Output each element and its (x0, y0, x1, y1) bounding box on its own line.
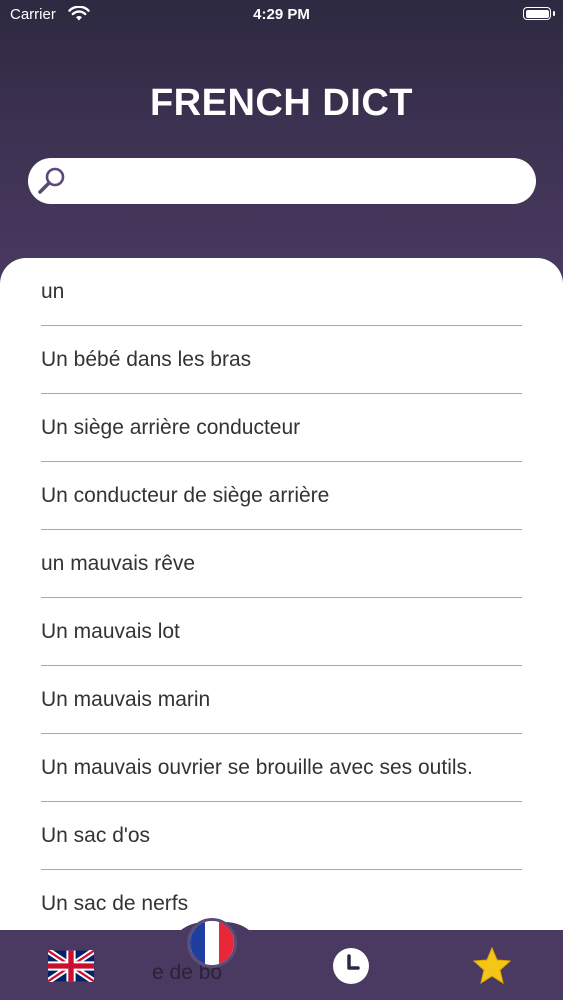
clock-time: 4:29 PM (253, 6, 310, 23)
list-item[interactable]: Un mauvais lot (41, 598, 522, 666)
word-list: un Un bébé dans les bras Un siège arrièr… (0, 258, 563, 1000)
list-item[interactable]: Un sac d'os (41, 802, 522, 870)
list-item-label: Un bébé dans les bras (41, 348, 252, 371)
list-item-label: Un sac de nerfs (41, 892, 189, 915)
search-bar[interactable] (28, 158, 536, 206)
list-item[interactable]: Un siège arrière conducteur (41, 394, 522, 462)
list-item-label: Un conducteur de siège arrière (41, 484, 330, 507)
list-item-label: Un siège arrière conducteur (41, 416, 301, 439)
app-title: FRENCH DICT (149, 82, 414, 124)
list-item[interactable]: Un mauvais ouvrier se brouille avec ses … (41, 734, 522, 802)
list-item[interactable]: Un mauvais marin (41, 666, 522, 734)
list-item[interactable]: Un bébé dans les bras (41, 326, 522, 394)
list-item[interactable]: un (41, 258, 522, 326)
battery-icon (523, 7, 551, 20)
search-input[interactable] (78, 158, 522, 206)
star-icon[interactable] (472, 946, 512, 986)
list-item[interactable]: Un conducteur de siège arrière (41, 462, 522, 530)
battery-cap (553, 11, 555, 16)
clock-icon[interactable] (332, 947, 370, 985)
list-item[interactable]: un mauvais rêve (41, 530, 522, 598)
header-background (0, 0, 563, 300)
list-item-label: un mauvais rêve (41, 552, 196, 575)
list-item-label: Un sac d'os (41, 824, 151, 847)
list-item-label: Un mauvais ouvrier se brouille avec ses … (41, 756, 473, 779)
uk-flag-icon[interactable] (48, 950, 94, 982)
list-item[interactable]: Un sac de nerfs (41, 870, 522, 938)
search-icon (38, 167, 65, 194)
status-bar: Carrier 4:29 PM (0, 0, 563, 30)
list-item-label: un (41, 280, 65, 303)
list-item-label: Un mauvais lot (41, 620, 180, 643)
list-item-label: Un mauvais marin (41, 688, 211, 711)
france-flag-icon[interactable] (187, 918, 237, 968)
